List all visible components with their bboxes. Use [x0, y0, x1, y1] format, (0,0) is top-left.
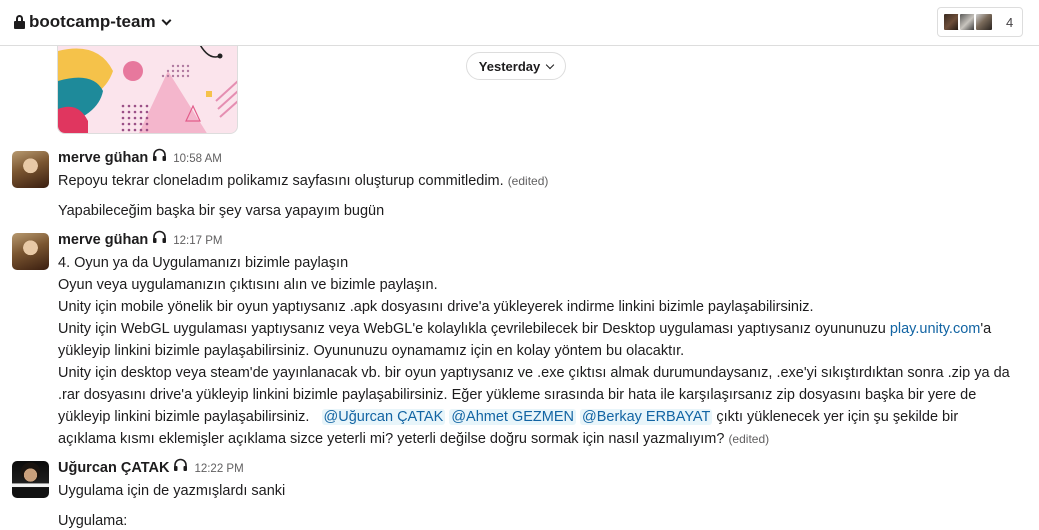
- members-button[interactable]: 4: [937, 7, 1023, 37]
- message-header: merve gühan 12:17 PM: [58, 229, 222, 252]
- chevron-down-icon: [545, 60, 555, 69]
- sender-name[interactable]: merve gühan: [58, 150, 148, 166]
- message-line: 4. Oyun ya da Uygulamanızı bizimle payla…: [58, 255, 349, 271]
- message-line-text: 'a: [980, 321, 992, 337]
- lock-icon: [14, 15, 25, 29]
- message-line: Uygulama için de yazmışlardı sanki: [58, 483, 286, 499]
- user-mention[interactable]: @Ahmet GEZMEN: [449, 409, 576, 425]
- message-line: Unity için desktop veya steam'de yayınla…: [58, 365, 1010, 381]
- message-line: yükleyip linkini bizimle paylaşabilirsin…: [58, 343, 685, 359]
- channel-header: bootcamp-team 4: [0, 0, 1039, 46]
- avatar[interactable]: [12, 461, 49, 498]
- message-line: Unity için mobile yönelik bir oyun yaptı…: [58, 299, 814, 315]
- message-line-text: Unity için WebGL uygulaması yaptıysanız …: [58, 321, 890, 337]
- headphones-icon: [152, 147, 167, 169]
- headphones-icon: [173, 457, 188, 479]
- edited-label: (edited): [728, 432, 770, 446]
- message-line: .rar dosyasını drive'a yükleyip linkini …: [58, 387, 977, 403]
- date-divider-button[interactable]: Yesterday: [466, 52, 566, 80]
- message-header: Uğurcan ÇATAK 12:22 PM: [58, 457, 244, 480]
- user-mention[interactable]: @Berkay ERBAYAT: [580, 409, 713, 425]
- member-count: 4: [1006, 14, 1014, 30]
- sender-name[interactable]: Uğurcan ÇATAK: [58, 460, 169, 476]
- message-line-text: çıktı yüklenecek yer için şu şekilde bir: [716, 409, 959, 425]
- message-line: Oyun veya uygulamanızın çıktısını alın v…: [58, 277, 438, 293]
- message-line-text: açıklama kısmı eklemişler açıklama sizce…: [58, 431, 725, 447]
- message-line: Repoyu tekrar cloneladım polikamız sayfa…: [58, 173, 504, 189]
- message-line: Uygulama:: [58, 513, 128, 529]
- channel-name-button[interactable]: bootcamp-team: [14, 12, 172, 32]
- timestamp[interactable]: 10:58 AM: [173, 153, 222, 165]
- message-line: yükleyip linkini bizimle paylaşabilirsin…: [58, 406, 958, 428]
- timestamp[interactable]: 12:17 PM: [173, 235, 222, 247]
- message-text: Repoyu tekrar cloneladım polikamız sayfa…: [58, 170, 548, 192]
- message-text: Yapabileceğim başka bir şey varsa yapayı…: [58, 203, 385, 219]
- sender-name[interactable]: merve gühan: [58, 232, 148, 248]
- member-avatar: [974, 12, 994, 32]
- date-divider-label: Yesterday: [478, 58, 541, 74]
- headphones-icon: [152, 229, 167, 251]
- avatar[interactable]: [12, 151, 49, 188]
- message-header: merve gühan 10:58 AM: [58, 147, 222, 170]
- user-mention[interactable]: @Uğurcan ÇATAK: [321, 409, 446, 425]
- chevron-down-icon: [161, 15, 172, 25]
- link[interactable]: play.unity.com: [890, 321, 981, 337]
- avatar[interactable]: [12, 233, 49, 270]
- message-line-text: yükleyip linkini bizimle paylaşabilirsin…: [58, 409, 310, 425]
- message-line: Unity için WebGL uygulaması yaptıysanız …: [58, 318, 991, 340]
- channel-name: bootcamp-team: [29, 12, 156, 31]
- timestamp[interactable]: 12:22 PM: [194, 463, 243, 475]
- message-line: açıklama kısmı eklemişler açıklama sizce…: [58, 428, 769, 450]
- edited-label: (edited): [507, 174, 549, 188]
- attachment-image: [58, 31, 237, 133]
